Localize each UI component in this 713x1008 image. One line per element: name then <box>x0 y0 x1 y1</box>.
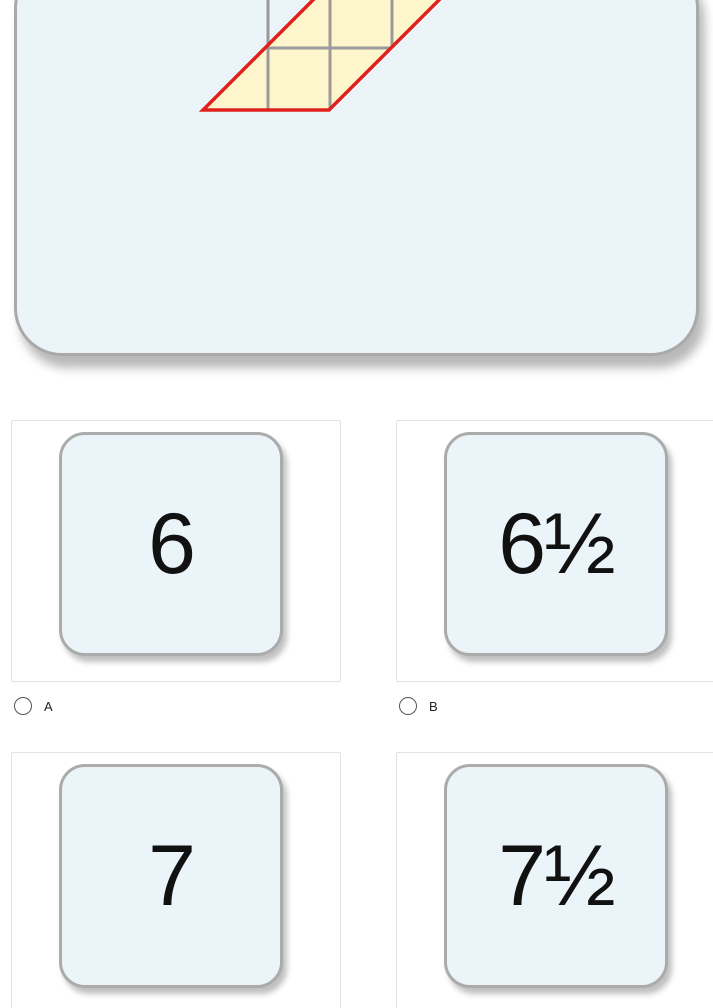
option-b-tile[interactable]: 6½ <box>396 420 713 682</box>
option-d-value: 7½ <box>498 828 616 924</box>
parallelogram-fill <box>203 0 439 110</box>
option-d-tile[interactable]: 7½ <box>396 752 713 1008</box>
option-a-choice[interactable]: A <box>14 697 53 715</box>
option-b-radio[interactable] <box>399 697 417 715</box>
option-a-tile[interactable]: 6 <box>11 420 341 682</box>
option-a-card[interactable]: 6 <box>59 432 283 656</box>
option-b-choice[interactable]: B <box>399 697 438 715</box>
option-b-card[interactable]: 6½ <box>444 432 668 656</box>
option-a-label: A <box>44 698 53 714</box>
option-c-card[interactable]: 7 <box>59 764 283 988</box>
option-a-value: 6 <box>148 496 196 592</box>
option-a-radio[interactable] <box>14 697 32 715</box>
option-c-value: 7 <box>148 828 196 924</box>
option-b-value: 6½ <box>498 496 616 592</box>
question-page: 6 A 6½ B 7 7½ <box>0 0 713 1008</box>
option-d-card[interactable]: 7½ <box>444 764 668 988</box>
option-c-tile[interactable]: 7 <box>11 752 341 1008</box>
parallelogram-figure <box>198 0 442 112</box>
option-b-label: B <box>429 698 438 714</box>
question-figure-card <box>14 0 699 356</box>
